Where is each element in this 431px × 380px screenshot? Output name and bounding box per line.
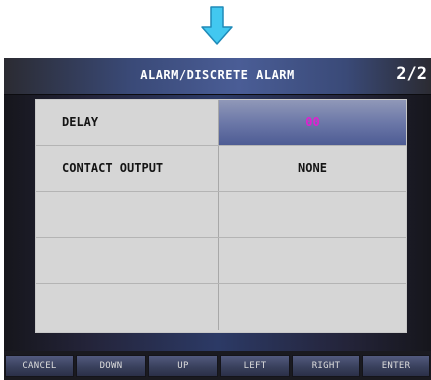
right-button[interactable]: RIGHT (292, 355, 360, 377)
row-label (36, 284, 219, 330)
down-button[interactable]: DOWN (76, 355, 146, 377)
settings-row-empty (36, 192, 406, 238)
down-arrow-icon (201, 6, 233, 45)
title-bar: ALARM/DISCRETE ALARM 2/2 (4, 58, 431, 95)
row-label (36, 192, 219, 237)
row-value (219, 284, 406, 330)
page-indicator: 2/2 (396, 64, 427, 84)
up-button[interactable]: UP (148, 355, 218, 377)
settings-row-contact-output[interactable]: CONTACT OUTPUT NONE (36, 146, 406, 192)
row-label: CONTACT OUTPUT (36, 146, 219, 191)
left-button[interactable]: LEFT (220, 355, 290, 377)
contact-output-value-field[interactable]: NONE (219, 146, 406, 191)
enter-button[interactable]: ENTER (362, 355, 430, 377)
settings-row-delay[interactable]: DELAY 00 (36, 100, 406, 146)
settings-panel: DELAY 00 CONTACT OUTPUT NONE (4, 95, 431, 351)
function-button-bar: CANCEL DOWN UP LEFT RIGHT ENTER (4, 351, 431, 380)
settings-table: DELAY 00 CONTACT OUTPUT NONE (35, 99, 407, 333)
device-screen: ALARM/DISCRETE ALARM 2/2 DELAY 00 CONTAC… (4, 58, 431, 380)
screen-title: ALARM/DISCRETE ALARM (140, 68, 295, 82)
cancel-button[interactable]: CANCEL (5, 355, 74, 377)
row-label (36, 238, 219, 283)
row-label: DELAY (36, 100, 219, 145)
stage: ALARM/DISCRETE ALARM 2/2 DELAY 00 CONTAC… (0, 0, 431, 380)
settings-row-empty (36, 284, 406, 330)
delay-value-field[interactable]: 00 (219, 100, 406, 145)
row-value (219, 192, 406, 237)
settings-row-empty (36, 238, 406, 284)
row-value (219, 238, 406, 283)
